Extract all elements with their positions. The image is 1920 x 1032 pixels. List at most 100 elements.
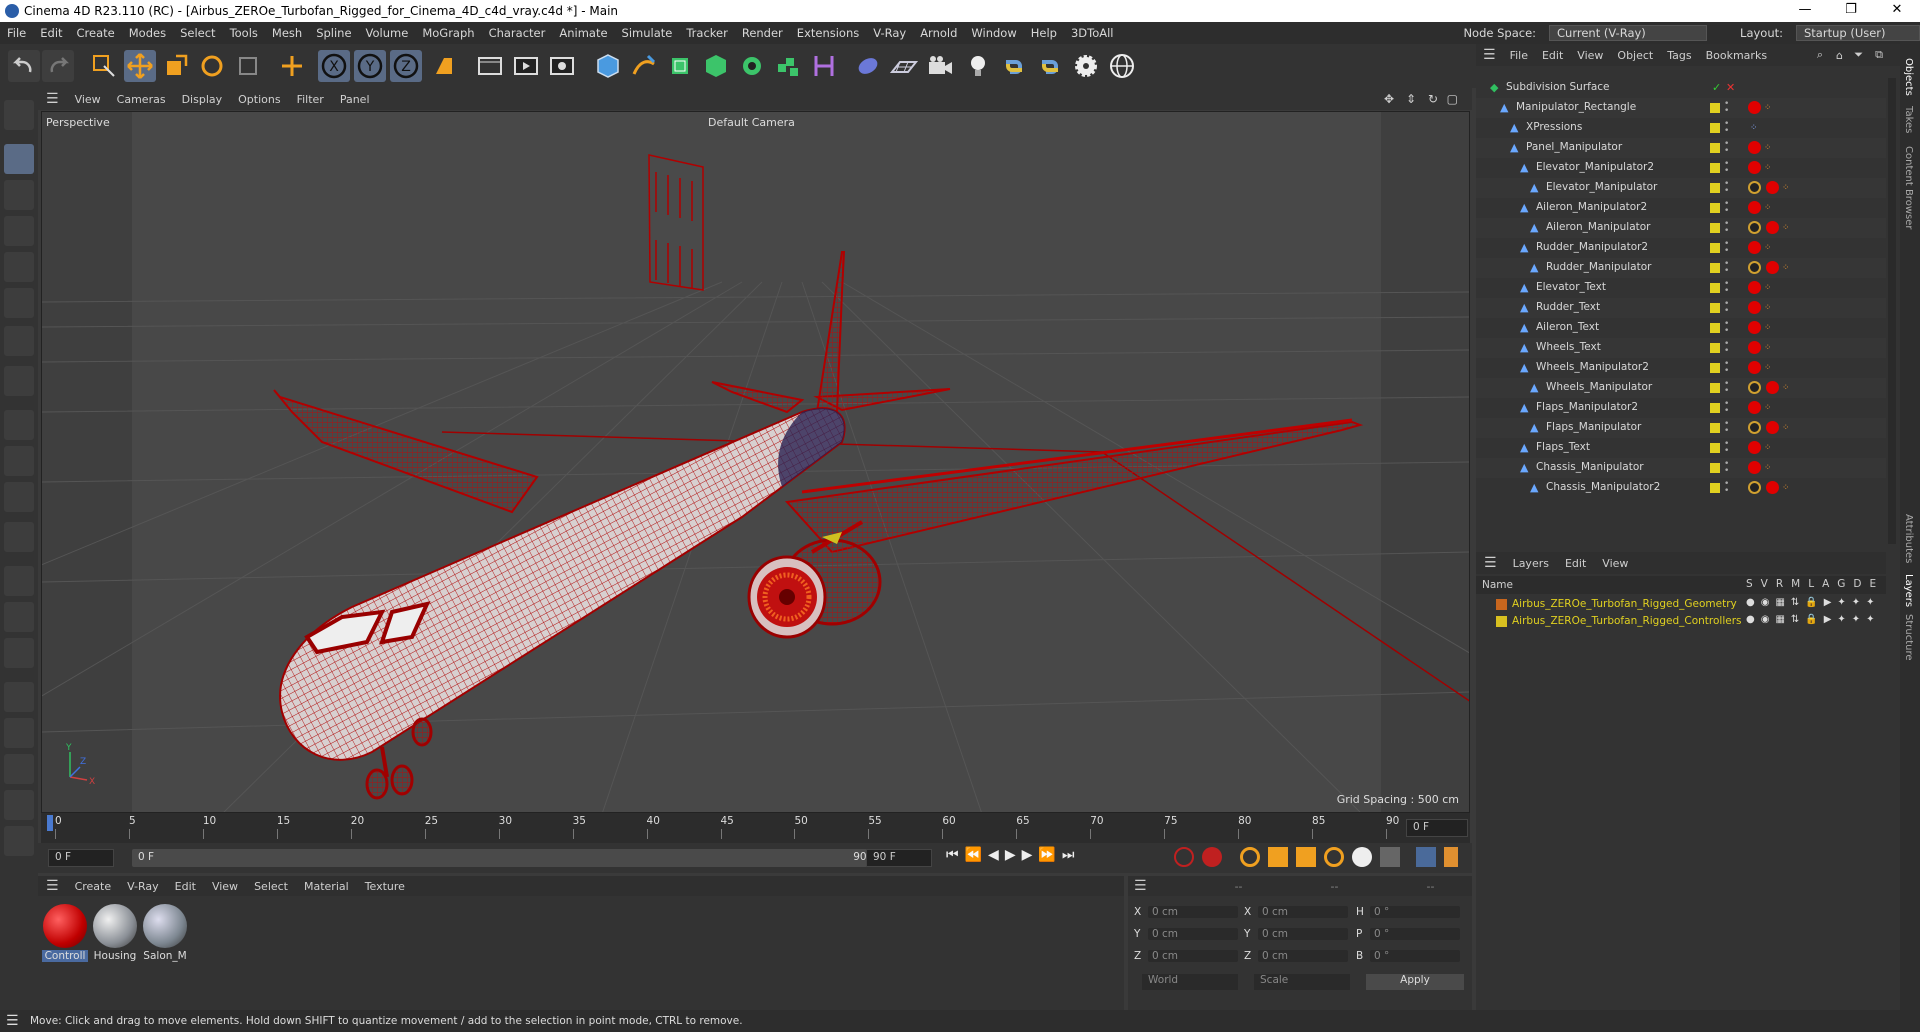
y-axis-lock-icon[interactable]: Y xyxy=(354,50,386,82)
next-frame-icon[interactable]: ▶ xyxy=(1022,847,1033,863)
key-scale-icon[interactable] xyxy=(1296,847,1316,867)
xpresso-tag-icon[interactable]: ⁘ xyxy=(1764,403,1772,413)
menu-character[interactable]: Character xyxy=(482,26,553,40)
side-tab-attributes[interactable]: Attributes xyxy=(1903,514,1914,563)
visibility-dots-icon[interactable]: • • xyxy=(1724,320,1729,336)
menu-tools[interactable]: Tools xyxy=(223,26,265,40)
axis-mode-icon[interactable] xyxy=(4,366,34,396)
visibility-dots-icon[interactable]: • • xyxy=(1724,380,1729,396)
layer-column-a[interactable]: A xyxy=(1822,578,1829,590)
visibility-dots-icon[interactable]: • • xyxy=(1724,440,1729,456)
layer-color-chip[interactable] xyxy=(1710,143,1720,153)
object-row[interactable]: ▲ Rudder_Manipulator • • ⁘ xyxy=(1476,258,1886,278)
coord-field[interactable]: X 0 cm xyxy=(1134,906,1238,922)
visibility-dots-icon[interactable]: • • xyxy=(1724,140,1729,156)
coord-field[interactable]: X 0 cm xyxy=(1244,906,1348,922)
current-frame-field[interactable]: 0 F xyxy=(1406,819,1468,837)
side-tab-takes[interactable]: Takes xyxy=(1903,106,1914,133)
menu-create[interactable]: Create xyxy=(70,26,122,40)
xpresso-tag-icon[interactable]: ⁘ xyxy=(1782,263,1790,273)
viewport-menu-cameras[interactable]: Cameras xyxy=(109,93,174,106)
viewport-maximize-icon[interactable]: ▢ xyxy=(1439,92,1466,106)
recent-tools-icon[interactable] xyxy=(232,50,264,82)
layer-color-chip[interactable] xyxy=(1710,423,1720,433)
motion-system-icon[interactable] xyxy=(1416,847,1436,867)
layer-row[interactable]: Airbus_ZEROe_Turbofan_Rigged_Geometry ●◉▦… xyxy=(1476,596,1886,613)
coord-field[interactable]: Y 0 cm xyxy=(1134,928,1238,944)
python-plugin-icon[interactable] xyxy=(1034,50,1066,82)
layer-column-m[interactable]: M xyxy=(1791,578,1800,590)
camera-icon[interactable] xyxy=(924,50,956,82)
material-swatch-housing[interactable]: Housing xyxy=(92,904,138,962)
layer-name[interactable]: Airbus_ZEROe_Turbofan_Rigged_Geometry xyxy=(1512,598,1737,610)
locked-workplane-icon[interactable] xyxy=(4,638,34,668)
layer-color-chip[interactable] xyxy=(1710,303,1720,313)
object-name[interactable]: Aileron_Text xyxy=(1536,321,1599,333)
coord-field[interactable]: H 0 ° xyxy=(1356,906,1460,922)
object-row[interactable]: ▲ Aileron_Manipulator • • ⁘ xyxy=(1476,218,1886,238)
coord-value[interactable]: 0 ° xyxy=(1370,950,1460,962)
3d-viewport[interactable]: Y X Z Perspective Default Camera Grid Sp… xyxy=(41,111,1470,813)
material-menu-create[interactable]: Create xyxy=(67,880,120,893)
object-row[interactable]: ▲ Wheels_Manipulator2 • • ⁘ xyxy=(1476,358,1886,378)
layer-color-chip[interactable] xyxy=(1710,463,1720,473)
cube-primitive-icon[interactable] xyxy=(592,50,624,82)
menu-simulate[interactable]: Simulate xyxy=(615,26,680,40)
side-tab-objects[interactable]: Objects xyxy=(1903,58,1914,96)
layer-color-chip[interactable] xyxy=(1710,443,1720,453)
menu-mesh[interactable]: Mesh xyxy=(265,26,309,40)
object-name[interactable]: Panel_Manipulator xyxy=(1526,141,1622,153)
layer-color-chip[interactable] xyxy=(1710,223,1720,233)
layer-color-chip[interactable] xyxy=(1710,203,1720,213)
side-tab-layers[interactable]: Layers xyxy=(1903,574,1914,607)
object-row[interactable]: ▲ Flaps_Text • • ⁘ xyxy=(1476,438,1886,458)
layer-color-chip[interactable] xyxy=(1710,103,1720,113)
object-name[interactable]: Rudder_Manipulator xyxy=(1546,261,1651,273)
xpresso-tag-icon[interactable]: ⁘ xyxy=(1764,163,1772,173)
object-row[interactable]: ▲ Aileron_Text • • ⁘ xyxy=(1476,318,1886,338)
material-tag-icon[interactable] xyxy=(1748,461,1761,474)
render-to-picture-viewer-icon[interactable] xyxy=(510,50,542,82)
material-tag-icon[interactable] xyxy=(1766,221,1779,234)
playhead[interactable] xyxy=(47,815,53,831)
protection-tag-icon[interactable] xyxy=(1748,181,1761,194)
visibility-dots-icon[interactable]: • • xyxy=(1724,240,1729,256)
coord-value[interactable]: 0 cm xyxy=(1148,950,1238,962)
object-menu-tags[interactable]: Tags xyxy=(1660,49,1698,62)
select-live-icon[interactable] xyxy=(88,50,120,82)
object-name[interactable]: Aileron_Manipulator xyxy=(1546,221,1651,233)
layer-color-chip[interactable] xyxy=(1710,403,1720,413)
material-menu-material[interactable]: Material xyxy=(296,880,357,893)
xpresso-tag-icon[interactable]: ⁘ xyxy=(1764,143,1772,153)
go-to-end-icon[interactable]: ⏭ xyxy=(1062,847,1075,863)
xpresso-tag-icon[interactable]: ⁘ xyxy=(1782,183,1790,193)
frame-range-slider[interactable]: 0 F 90 F xyxy=(132,849,884,867)
material-tag-icon[interactable] xyxy=(1748,321,1761,334)
workplane-grid-icon[interactable] xyxy=(4,602,34,632)
protection-tag-icon[interactable] xyxy=(1748,381,1761,394)
object-filter-icon[interactable]: ⏷ xyxy=(1847,48,1870,62)
side-tab-structure[interactable]: Structure xyxy=(1903,614,1914,661)
edge-mode-icon[interactable] xyxy=(4,252,34,282)
visibility-dots-icon[interactable]: • • xyxy=(1724,340,1729,356)
menu-edit[interactable]: Edit xyxy=(33,26,69,40)
material-tag-icon[interactable] xyxy=(1748,281,1761,294)
object-scrollbar[interactable] xyxy=(1888,78,1896,544)
rotate-icon[interactable] xyxy=(196,50,228,82)
workplane-icon[interactable] xyxy=(4,566,34,596)
layer-color-chip[interactable] xyxy=(1710,283,1720,293)
coord-value[interactable]: 0 cm xyxy=(1258,950,1348,962)
object-row[interactable]: ▲ Flaps_Manipulator • • ⁘ xyxy=(1476,418,1886,438)
xpresso-tag-icon[interactable]: ⁘ xyxy=(1764,283,1772,293)
object-name[interactable]: Chassis_Manipulator2 xyxy=(1546,481,1660,493)
viewport-menu-options[interactable]: Options xyxy=(230,93,288,106)
render-settings-icon[interactable] xyxy=(546,50,578,82)
side-tab-content-browser[interactable]: Content Browser xyxy=(1903,146,1914,229)
render-view-icon[interactable] xyxy=(474,50,506,82)
layer-color-chip[interactable] xyxy=(1710,163,1720,173)
menu-arnold[interactable]: Arnold xyxy=(913,26,964,40)
menu-mograph[interactable]: MoGraph xyxy=(415,26,481,40)
object-row[interactable]: ▲ Aileron_Manipulator2 • • ⁘ xyxy=(1476,198,1886,218)
play-icon[interactable]: ▶ xyxy=(1005,847,1016,863)
layer-flag-icons[interactable]: ●◉▦⇅🔒▶✦✦✦ xyxy=(1746,614,1881,625)
